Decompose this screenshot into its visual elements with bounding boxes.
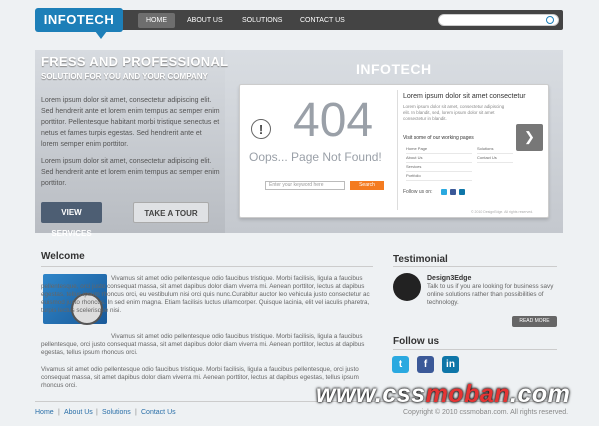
error-copyright: © 2010 DesignEdge. All rights reserved. bbox=[471, 210, 534, 214]
footer-link-solutions[interactable]: Solutions bbox=[102, 409, 131, 416]
error-follow-text: Follow us on: bbox=[403, 189, 433, 195]
twitter-icon[interactable] bbox=[441, 189, 447, 195]
footer-link-contact[interactable]: Contact Us bbox=[141, 409, 176, 416]
search-input[interactable] bbox=[438, 14, 559, 26]
twitter-icon[interactable]: t bbox=[392, 356, 409, 373]
divider bbox=[397, 90, 398, 210]
visit-pages-text: Visit some of our working pages bbox=[403, 135, 474, 141]
testimonial-name: Design3Edge bbox=[427, 275, 472, 282]
error-code: 404 bbox=[293, 94, 374, 147]
facebook-icon[interactable] bbox=[450, 189, 456, 195]
nav-home[interactable]: HOME bbox=[138, 13, 175, 28]
footer-copyright: Copyright © 2010 cssmoban.com. All right… bbox=[403, 409, 569, 416]
error-message: Oops... Page Not Found! bbox=[249, 150, 382, 164]
error-link-contact[interactable]: Contact Us bbox=[477, 154, 513, 163]
footer-link-about[interactable]: About Us bbox=[64, 409, 93, 416]
take-a-tour-button[interactable]: TAKE A TOUR bbox=[133, 202, 209, 223]
error-panel-logo: INFOTECH bbox=[356, 61, 432, 77]
facebook-icon[interactable]: f bbox=[417, 356, 434, 373]
testimonial-title: Testimonial bbox=[393, 254, 448, 265]
read-more-button[interactable]: READ MORE bbox=[512, 316, 557, 327]
error-link-home[interactable]: Home Page bbox=[406, 145, 472, 154]
linkedin-icon[interactable]: in bbox=[442, 356, 459, 373]
follow-title: Follow us bbox=[393, 336, 440, 347]
pen-icon bbox=[393, 273, 421, 301]
nav-contact-us[interactable]: CONTACT US bbox=[292, 13, 353, 28]
exclamation-icon: ! bbox=[251, 119, 271, 139]
nav-solutions[interactable]: SOLUTIONS bbox=[234, 13, 290, 28]
footer-separator: | bbox=[58, 409, 60, 416]
watermark-part: www.css bbox=[316, 380, 426, 408]
watermark-part: .com bbox=[510, 380, 571, 408]
linkedin-icon[interactable] bbox=[459, 189, 465, 195]
hero-subtitle: SOLUTION FOR YOU AND YOUR COMPANY bbox=[41, 72, 208, 81]
logo-pointer bbox=[95, 31, 107, 39]
search-icon[interactable] bbox=[546, 16, 554, 24]
welcome-title: Welcome bbox=[41, 251, 85, 262]
footer-separator: | bbox=[135, 409, 137, 416]
footer-separator: | bbox=[96, 409, 98, 416]
divider bbox=[393, 349, 557, 350]
error-link-solutions[interactable]: Solutions bbox=[477, 145, 513, 154]
error-search-button[interactable]: Search bbox=[350, 181, 384, 190]
error-search-input[interactable]: Enter your keyword here bbox=[265, 181, 345, 190]
view-services-button[interactable]: VIEW SERVICES bbox=[41, 202, 102, 238]
testimonial-text: Talk to us if you are looking for busine… bbox=[427, 283, 554, 306]
error-right-description: Lorem ipsum dolor sit amet, consectetur … bbox=[403, 104, 505, 121]
welcome-paragraph: Vivamus sit amet odio pellentesque odio … bbox=[41, 333, 365, 356]
logo[interactable]: INFOTECH bbox=[35, 8, 123, 32]
error-link-services[interactable]: Services bbox=[406, 163, 472, 172]
next-arrow-icon[interactable]: ❯ bbox=[516, 124, 543, 151]
watermark: www.cssmoban.com bbox=[316, 380, 570, 409]
error-link-portfolio[interactable]: Portfolio bbox=[406, 172, 472, 181]
hero-title: FRESS AND PROFESSIONAL bbox=[41, 54, 229, 69]
watermark-part: moban bbox=[425, 380, 511, 408]
hero-paragraph: Lorem ipsum dolor sit amet, consectetur … bbox=[41, 97, 220, 148]
error-link-about[interactable]: About Us bbox=[406, 154, 472, 163]
divider bbox=[41, 266, 373, 267]
footer-link-home[interactable]: Home bbox=[35, 409, 54, 416]
error-right-title: Lorem ipsum dolor sit amet consectetur bbox=[403, 93, 526, 100]
nav-about-us[interactable]: ABOUT US bbox=[179, 13, 231, 28]
divider bbox=[393, 266, 557, 267]
hero-paragraph: Lorem ipsum dolor sit amet, consectetur … bbox=[41, 158, 220, 187]
welcome-paragraph: Vivamus sit amet odio pellentesque odio … bbox=[41, 275, 370, 314]
